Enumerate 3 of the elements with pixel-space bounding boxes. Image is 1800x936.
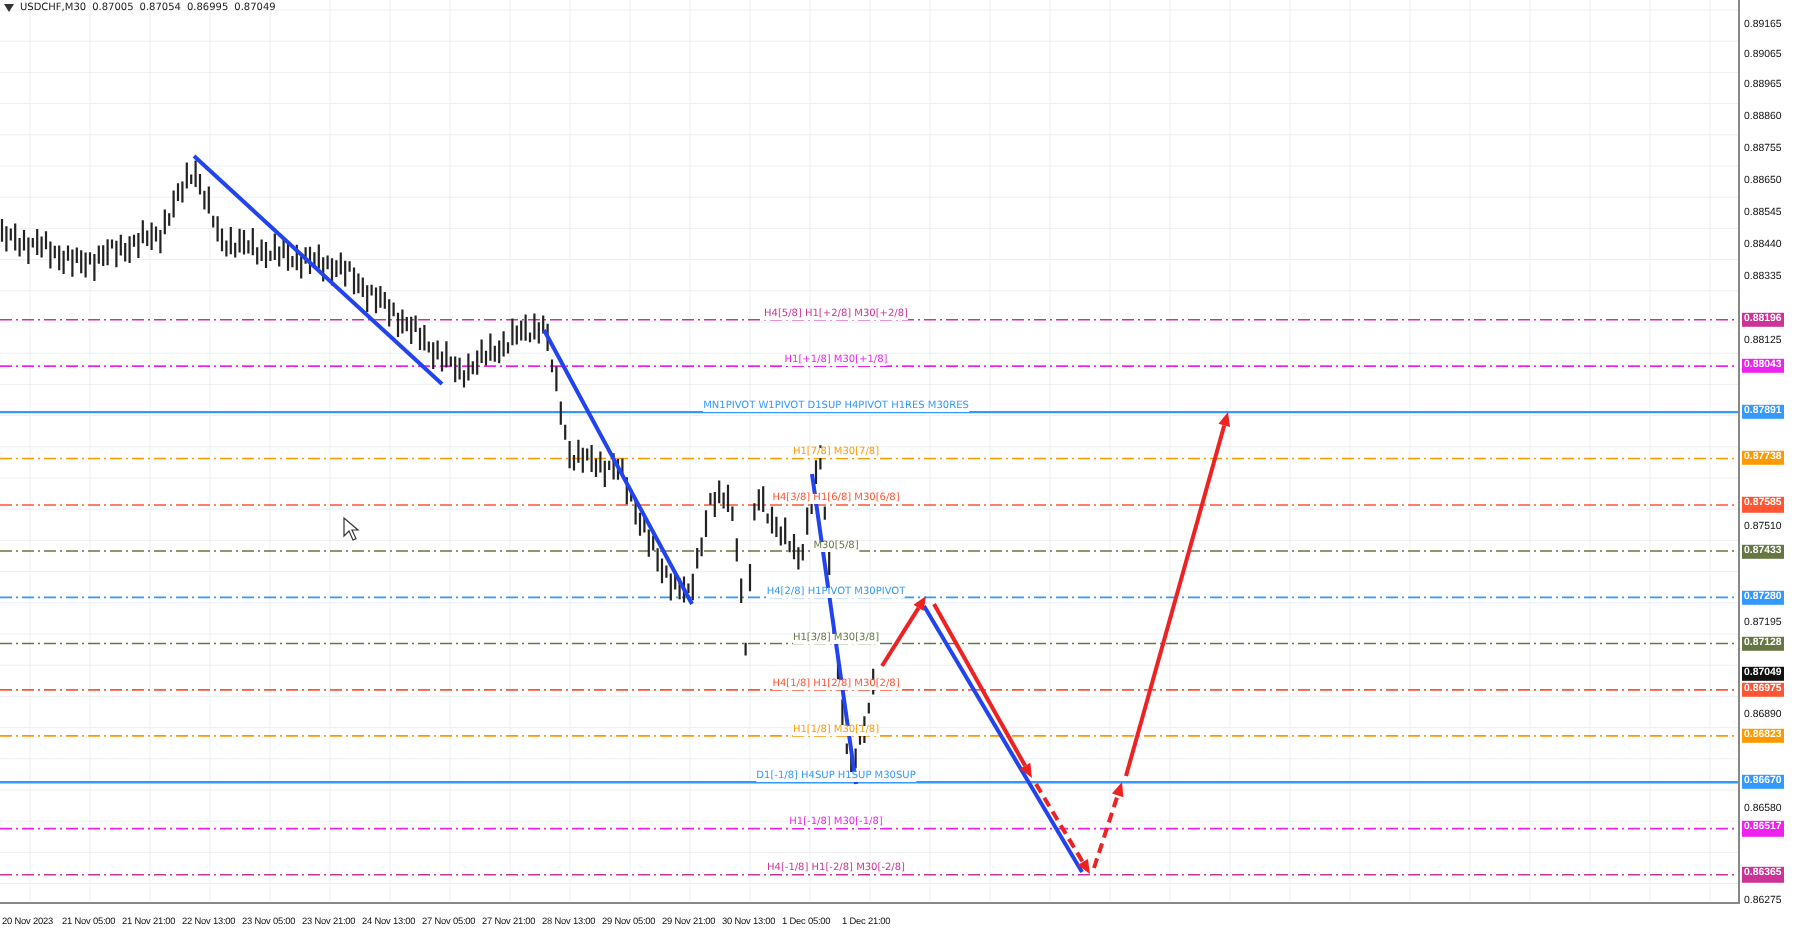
dropdown-icon[interactable] xyxy=(4,4,14,12)
forecast-arrow xyxy=(880,596,926,668)
cursor-icon xyxy=(343,516,360,541)
